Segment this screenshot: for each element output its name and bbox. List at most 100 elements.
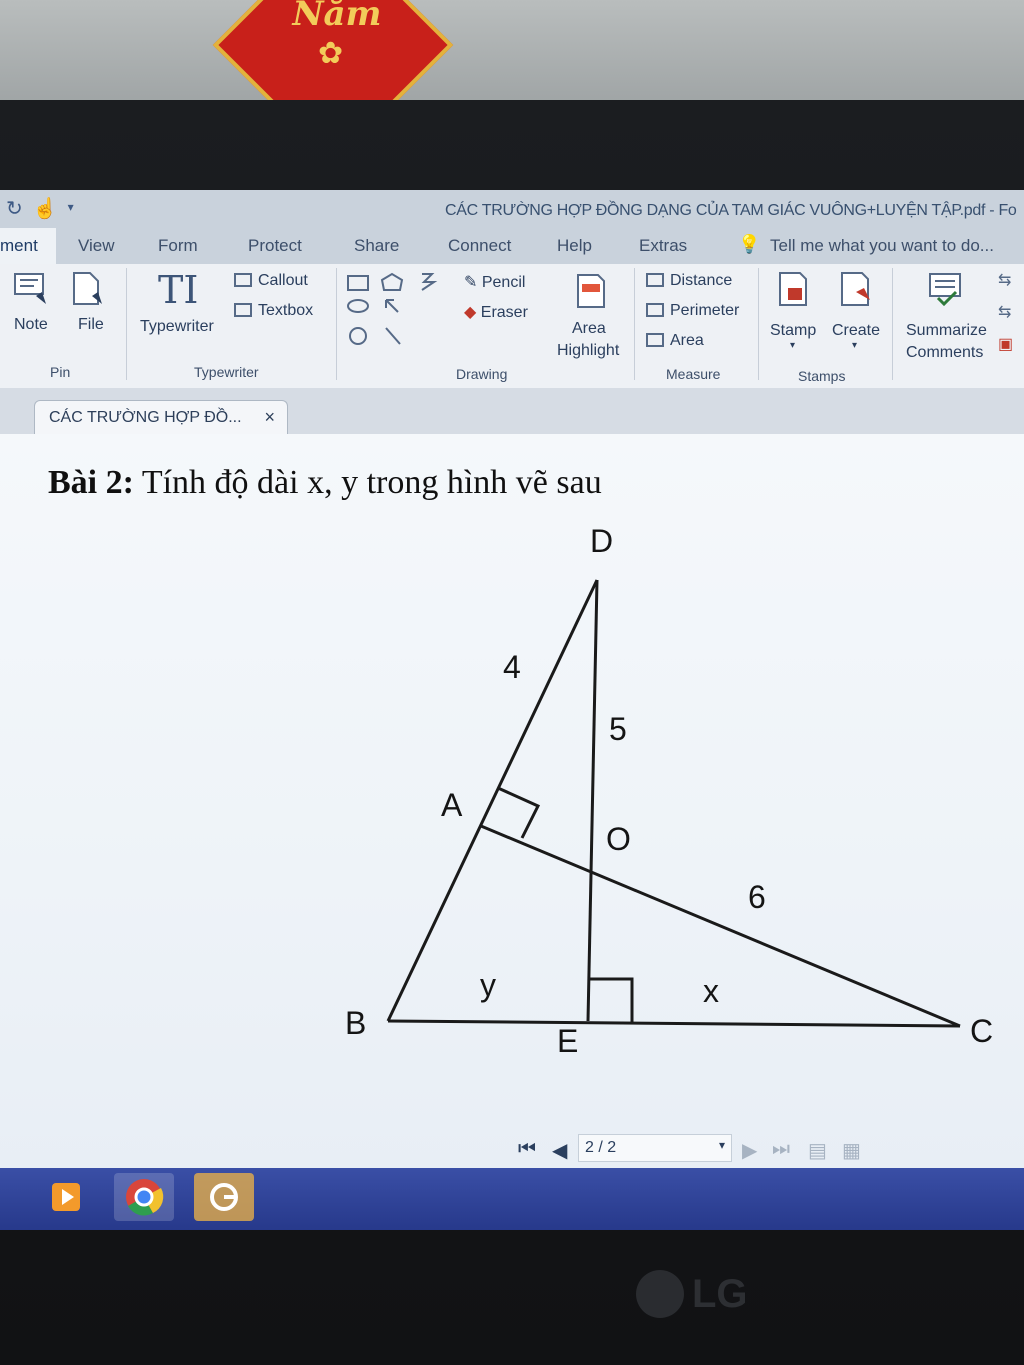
previous-page-icon[interactable]: ◀ (552, 1138, 567, 1163)
group-separator (126, 268, 127, 380)
callout-button[interactable]: Callout (234, 272, 308, 290)
callout-label: Callout (258, 272, 308, 289)
group-separator (758, 268, 759, 380)
group-separator (634, 268, 635, 380)
typewriter-icon[interactable]: TI (158, 268, 198, 312)
eraser-label: Eraser (480, 304, 528, 321)
length-OC: 6 (748, 879, 766, 915)
tab-help[interactable]: Help (557, 236, 592, 256)
taskbar (0, 1168, 1024, 1230)
import-comments-icon[interactable]: ⇆ (998, 270, 1011, 290)
media-player-app[interactable] (36, 1173, 96, 1221)
group-label-measure: Measure (666, 366, 721, 382)
oval-icon[interactable] (347, 299, 369, 313)
eraser-icon: ◆ (464, 304, 477, 321)
tab-protect[interactable]: Protect (248, 236, 302, 256)
arrow-icon[interactable] (385, 299, 399, 313)
cloud-icon[interactable] (421, 273, 438, 291)
eraser-button[interactable]: ◆ Eraser (464, 302, 528, 322)
shape-tools (347, 272, 438, 345)
tab-view[interactable]: View (78, 236, 115, 256)
note-button[interactable]: Note (14, 316, 48, 334)
zoom-icon[interactable]: ▦ (842, 1138, 861, 1163)
tab-comment[interactable]: ment (0, 228, 56, 264)
first-page-icon[interactable]: ⏮ (518, 1138, 536, 1161)
file-button[interactable]: File (78, 316, 104, 334)
hand-tool-icon[interactable]: ☝ (33, 196, 58, 221)
label-C: C (970, 1013, 993, 1049)
label-O: O (606, 821, 631, 857)
label-B: B (345, 1005, 366, 1041)
callout-icon (234, 273, 252, 287)
perimeter-label: Perimeter (670, 302, 740, 319)
summarize-label-2[interactable]: Comments (906, 344, 983, 362)
tab-share[interactable]: Share (354, 236, 399, 256)
group-label-typewriter: Typewriter (194, 364, 259, 380)
group-label-drawing: Drawing (456, 366, 508, 382)
rectangle-icon[interactable] (347, 275, 369, 291)
last-page-icon[interactable]: ⏭ (772, 1138, 790, 1161)
title-bar: ↻ ☝ ▾ CÁC TRƯỜNG HỢP ĐỒNG DẠNG CỦA TAM G… (0, 190, 1024, 228)
stamp-button[interactable]: Stamp (770, 322, 816, 340)
chrome-app[interactable] (114, 1173, 174, 1221)
screen: ↻ ☝ ▾ CÁC TRƯỜNG HỢP ĐỒNG DẠNG CỦA TAM G… (0, 190, 1024, 1230)
comment-settings-icon[interactable]: ▣ (998, 334, 1013, 354)
pdf-reader-app[interactable] (194, 1173, 254, 1221)
export-comments-icon[interactable]: ⇆ (998, 302, 1011, 322)
area-highlight-label-2[interactable]: Highlight (557, 342, 619, 360)
file-attach-icon[interactable] (68, 270, 106, 308)
create-button[interactable]: Create (832, 322, 880, 340)
line-icon[interactable] (385, 327, 401, 345)
tab-extras[interactable]: Extras (639, 236, 687, 256)
qat-dropdown-icon[interactable]: ▾ (68, 200, 74, 221)
group-separator (336, 268, 337, 380)
page-number-field[interactable]: 2 / 2 ▾ (578, 1134, 732, 1162)
typewriter-button[interactable]: Typewriter (140, 318, 214, 336)
perimeter-button[interactable]: Perimeter (646, 302, 739, 320)
redo-icon[interactable]: ↻ (6, 196, 23, 221)
area-highlight-icon[interactable] (572, 272, 610, 310)
next-page-icon[interactable]: ▶ (742, 1138, 757, 1163)
distance-label: Distance (670, 272, 733, 289)
wall-background (0, 0, 1024, 110)
note-icon[interactable] (12, 270, 50, 308)
window-title: CÁC TRƯỜNG HỢP ĐỒNG DẠNG CỦA TAM GIÁC VU… (445, 202, 1017, 219)
label-A: A (441, 787, 463, 823)
quick-access-toolbar: ↻ ☝ ▾ (6, 196, 74, 221)
tell-me-search[interactable]: Tell me what you want to do... (770, 236, 994, 256)
decoration-text: Năm (292, 0, 382, 34)
document-tab-bar: CÁC TRƯỜNG HỢP ĐỒ... × (0, 388, 1024, 435)
area-button[interactable]: Area (646, 332, 704, 350)
create-stamp-icon[interactable] (838, 270, 876, 308)
segment-AC (480, 824, 961, 1028)
lightbulb-icon: 💡 (738, 234, 761, 254)
area-highlight-label-1[interactable]: Area (572, 320, 606, 338)
side-BC (387, 1019, 961, 1028)
page-dropdown-icon[interactable]: ▾ (719, 1138, 725, 1152)
summarize-comments-icon[interactable] (926, 270, 964, 308)
length-BE: y (480, 967, 496, 1003)
stamp-dropdown-icon[interactable]: ▾ (790, 340, 795, 351)
view-mode-icon[interactable]: ▤ (808, 1138, 827, 1163)
tab-connect[interactable]: Connect (448, 236, 511, 256)
stamp-icon[interactable] (776, 270, 814, 308)
pencil-label: Pencil (481, 274, 526, 291)
tab-form[interactable]: Form (158, 236, 198, 256)
label-D: D (590, 523, 613, 559)
textbox-button[interactable]: Textbox (234, 302, 313, 320)
polygon-icon[interactable] (380, 272, 404, 291)
summarize-label-1[interactable]: Summarize (906, 322, 987, 340)
pencil-button[interactable]: ✎ Pencil (464, 272, 525, 292)
document-tab-label: CÁC TRƯỜNG HỢP ĐỒ... (49, 409, 242, 426)
group-label-pin: Pin (50, 364, 71, 380)
area-icon (646, 333, 664, 347)
triangle-figure: D A O B E C 4 5 6 y x (345, 523, 993, 1059)
distance-button[interactable]: Distance (646, 272, 732, 290)
menu-tabs: ment View Form Protect Share Connect Hel… (0, 228, 1024, 264)
flower-icon: ✿ (318, 37, 344, 70)
circle-icon[interactable] (349, 327, 367, 345)
right-angle-E (589, 977, 634, 1022)
close-tab-icon[interactable]: × (264, 407, 275, 428)
document-tab[interactable]: CÁC TRƯỜNG HỢP ĐỒ... × (34, 400, 288, 434)
create-dropdown-icon[interactable]: ▾ (852, 340, 857, 351)
